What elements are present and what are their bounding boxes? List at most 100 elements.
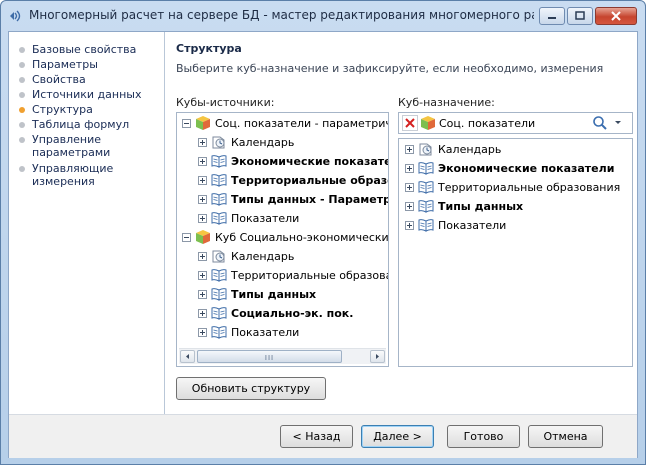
tree-row[interactable]: Показатели xyxy=(198,209,299,227)
step-base-properties[interactable]: Базовые свойства xyxy=(19,43,136,56)
scroll-left-button[interactable] xyxy=(180,350,195,363)
expand-icon[interactable] xyxy=(198,251,207,261)
expand-icon[interactable] xyxy=(405,144,414,154)
tree-item-label: Календарь xyxy=(438,142,502,156)
expand-icon[interactable] xyxy=(405,182,414,192)
maximize-icon xyxy=(575,11,585,20)
tree-row[interactable]: Территориальные образования xyxy=(198,266,388,284)
target-label: Куб-назначение: xyxy=(398,96,495,109)
source-cubes-tree[interactable]: Соц. показатели - параметрические Календа… xyxy=(176,112,389,367)
expand-icon[interactable] xyxy=(198,213,207,223)
dimension-book-icon xyxy=(211,212,227,225)
search-icon[interactable] xyxy=(592,115,608,131)
page-title: Структура xyxy=(176,42,242,55)
tree-item-label: Календарь xyxy=(231,135,295,149)
step-parameter-management[interactable]: Управление параметрами xyxy=(19,133,139,159)
expand-icon[interactable] xyxy=(198,175,207,185)
collapse-icon[interactable] xyxy=(182,118,191,128)
step-label: Таблица формул xyxy=(32,118,130,131)
calendar-dimension-icon xyxy=(212,136,225,149)
clear-selection-icon[interactable] xyxy=(402,115,418,131)
step-label: Источники данных xyxy=(32,88,142,101)
refresh-structure-button[interactable]: Обновить структуру xyxy=(176,377,326,400)
horizontal-scrollbar[interactable]: III xyxy=(179,348,386,364)
tree-row[interactable]: Показатели xyxy=(198,323,299,341)
step-data-sources[interactable]: Источники данных xyxy=(19,88,141,101)
cube-icon xyxy=(421,116,435,130)
app-icon xyxy=(10,10,21,22)
maximize-button[interactable] xyxy=(567,7,593,25)
dimension-book-icon xyxy=(211,193,227,206)
tree-row[interactable]: Типы данных xyxy=(198,285,316,303)
close-button[interactable] xyxy=(595,7,637,25)
tree-row[interactable]: Экономические показатели xyxy=(405,159,614,177)
tree-row[interactable]: Территориальные образования xyxy=(198,171,388,189)
minimize-button[interactable] xyxy=(539,7,565,25)
chevron-down-icon[interactable] xyxy=(614,120,622,126)
step-control-dimensions[interactable]: Управляющие измерения xyxy=(19,162,129,188)
grip-icon: III xyxy=(264,354,275,362)
expand-icon[interactable] xyxy=(198,156,207,166)
step-dot-icon xyxy=(19,137,25,143)
tree-row[interactable]: Куб Социально-экономические показатели xyxy=(182,228,389,246)
wizard-footer: < Назад Далее > Готово Отмена xyxy=(9,414,637,458)
tree-item-label: Социально-эк. пок. xyxy=(231,306,354,320)
dimension-book-icon xyxy=(211,269,227,282)
structure-panel: Структура Выберите куб-назначение и зафи… xyxy=(165,32,637,414)
tree-item-label: Показатели xyxy=(231,211,300,225)
tree-row[interactable]: Календарь xyxy=(198,133,294,151)
back-button[interactable]: < Назад xyxy=(280,425,353,448)
steps-sidebar: Базовые свойства Параметры Свойства Исто… xyxy=(9,32,165,414)
tree-row[interactable]: Территориальные образования xyxy=(405,178,620,196)
step-label: Управление параметрами xyxy=(32,133,111,159)
tree-row[interactable]: Соц. показатели - параметрические xyxy=(182,114,388,132)
dimension-book-icon xyxy=(211,288,227,301)
scroll-thumb[interactable]: III xyxy=(197,350,342,363)
page-description: Выберите куб-назначение и зафиксируйте, … xyxy=(176,62,604,75)
tree-row[interactable]: Типы данных - Параметрические xyxy=(198,190,388,208)
calendar-dimension-icon xyxy=(212,250,225,263)
cancel-button[interactable]: Отмена xyxy=(528,425,603,448)
step-label: Базовые свойства xyxy=(32,43,137,56)
step-dot-active-icon xyxy=(19,107,25,113)
tree-row[interactable]: Типы данных xyxy=(405,197,523,215)
target-cube-value: Соц. показатели xyxy=(439,117,536,130)
tree-item-label: Типы данных xyxy=(231,287,317,301)
next-button[interactable]: Далее > xyxy=(361,425,434,448)
finish-button[interactable]: Готово xyxy=(447,425,520,448)
scroll-right-button[interactable] xyxy=(370,350,385,363)
expand-icon[interactable] xyxy=(405,163,414,173)
scroll-right-icon xyxy=(376,354,379,359)
title-bar[interactable]: Многомерный расчет на сервере БД - масте… xyxy=(1,1,645,31)
target-dimensions-tree[interactable]: Календарь Экономические показатели Террито… xyxy=(398,138,633,367)
expand-icon[interactable] xyxy=(405,220,414,230)
scroll-left-icon xyxy=(186,354,189,359)
tree-item-label: Экономические показатели xyxy=(438,161,615,175)
step-formula-table[interactable]: Таблица формул xyxy=(19,118,129,131)
step-properties[interactable]: Свойства xyxy=(19,73,86,86)
expand-icon[interactable] xyxy=(198,308,207,318)
step-structure[interactable]: Структура xyxy=(19,103,93,116)
target-cube-selector[interactable]: Соц. показатели xyxy=(398,112,633,134)
tree-item-label: Соц. показатели - параметрические xyxy=(215,116,388,130)
expand-icon[interactable] xyxy=(198,137,207,147)
cube-icon xyxy=(196,116,210,130)
expand-icon[interactable] xyxy=(198,289,207,299)
tree-row[interactable]: Показатели xyxy=(405,216,506,234)
tree-row[interactable]: Социально-эк. пок. xyxy=(198,304,353,322)
tree-item-label: Куб Социально-экономические показатели xyxy=(215,230,389,244)
expand-icon[interactable] xyxy=(405,201,414,211)
step-label: Параметры xyxy=(32,58,98,71)
collapse-icon[interactable] xyxy=(182,232,191,242)
dimension-book-icon xyxy=(211,155,227,168)
dimension-book-icon xyxy=(418,181,434,194)
dimension-book-icon xyxy=(418,200,434,213)
step-parameters[interactable]: Параметры xyxy=(19,58,98,71)
step-label: Структура xyxy=(32,103,93,116)
tree-row[interactable]: Календарь xyxy=(405,140,501,158)
expand-icon[interactable] xyxy=(198,194,207,204)
tree-row[interactable]: Экономические показатели xyxy=(198,152,388,170)
expand-icon[interactable] xyxy=(198,270,207,280)
expand-icon[interactable] xyxy=(198,327,207,337)
tree-row[interactable]: Календарь xyxy=(198,247,294,265)
